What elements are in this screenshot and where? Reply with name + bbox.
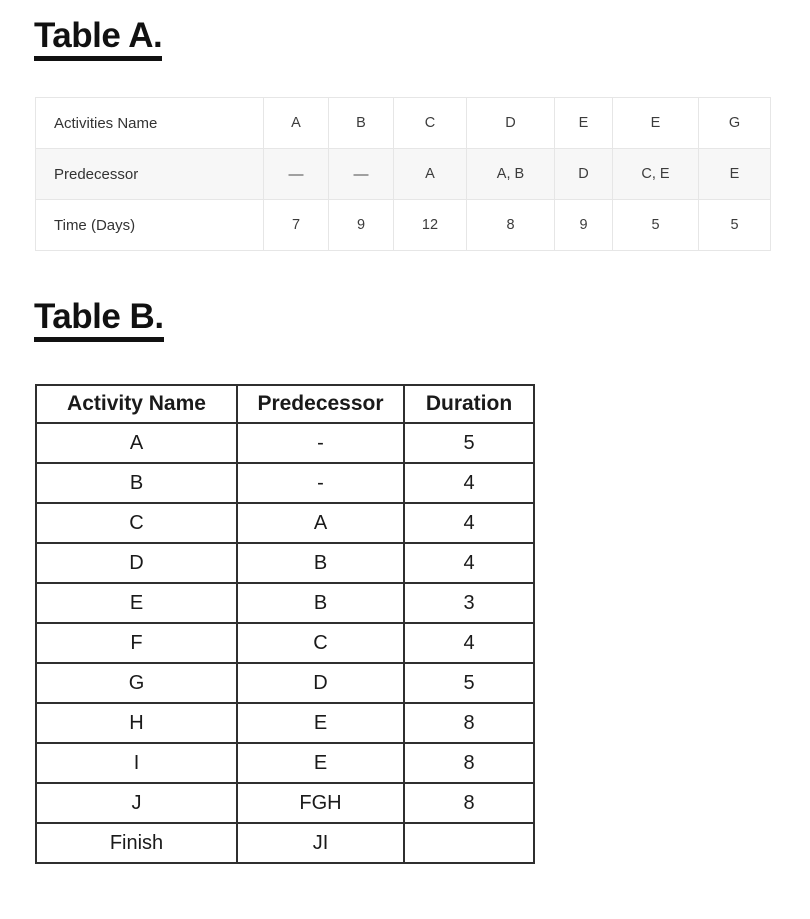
cell-duration: 8 (403, 742, 535, 784)
table-row: J FGH 8 (35, 782, 535, 824)
cell-time-7: 5 (698, 199, 771, 251)
cell-activity-1: A (263, 97, 329, 149)
cell-predecessor-5: D (554, 148, 613, 200)
table-row: A-5 (35, 422, 535, 464)
column-header-activity-name: Activity Name (35, 384, 238, 424)
cell-activity-name: C (35, 502, 238, 544)
cell-activity-6: E (612, 97, 699, 149)
table-row: CA4 (35, 502, 535, 544)
table-row: Finish JI (35, 822, 535, 864)
table-a-heading-text: Table A. (34, 18, 163, 61)
cell-duration: 3 (403, 582, 535, 624)
cell-activity-name: D (35, 542, 238, 584)
table-row-time-days: Time (Days) 7 9 12 8 9 5 5 (35, 199, 771, 251)
cell-duration: 8 (403, 782, 535, 824)
cell-activity-3: C (393, 97, 467, 149)
column-header-duration: Duration (403, 384, 535, 424)
cell-time-1: 7 (263, 199, 329, 251)
dash-icon: — (288, 165, 304, 183)
cell-duration: 4 (403, 622, 535, 664)
cell-predecessor: JI (236, 822, 405, 864)
table-a: Activities Name A B C D E E G Predecesso… (35, 97, 771, 251)
cell-duration: 4 (403, 502, 535, 544)
cell-predecessor-3: A (393, 148, 467, 200)
cell-activity-name: B (35, 462, 238, 504)
cell-predecessor-1: — (263, 148, 329, 200)
cell-activity-name: G (35, 662, 238, 704)
row-label-activities-name: Activities Name (35, 97, 264, 149)
table-b-header-row: Activity Name Predecessor Duration (35, 384, 535, 424)
column-header-predecessor: Predecessor (236, 384, 405, 424)
cell-activity-name: I (35, 742, 238, 784)
cell-activity-name: A (35, 422, 238, 464)
table-b-heading-text: Table B. (34, 299, 164, 342)
cell-activity-7: G (698, 97, 771, 149)
table-row: HE8 (35, 702, 535, 744)
table-row: IE8 (35, 742, 535, 784)
cell-activity-name: H (35, 702, 238, 744)
cell-predecessor-2: — (328, 148, 394, 200)
cell-activity-name: J (35, 782, 238, 824)
cell-time-6: 5 (612, 199, 699, 251)
table-row: DB4 (35, 542, 535, 584)
table-row: EB3 (35, 582, 535, 624)
cell-duration: 8 (403, 702, 535, 744)
cell-activity-2: B (328, 97, 394, 149)
cell-duration: 5 (403, 662, 535, 704)
cell-predecessor: A (236, 502, 405, 544)
cell-predecessor: - (236, 422, 405, 464)
table-b: Activity Name Predecessor Duration A-5B-… (35, 384, 535, 864)
cell-predecessor: C (236, 622, 405, 664)
cell-time-3: 12 (393, 199, 467, 251)
row-label-time-days: Time (Days) (35, 199, 264, 251)
cell-predecessor-7: E (698, 148, 771, 200)
cell-activity-name: Finish (35, 822, 238, 864)
cell-duration (403, 822, 535, 864)
table-b-heading: Table B. (34, 299, 164, 342)
cell-time-4: 8 (466, 199, 555, 251)
row-label-predecessor: Predecessor (35, 148, 264, 200)
document-page: Table A. Activities Name A B C D E E G P… (0, 0, 810, 919)
cell-duration: 5 (403, 422, 535, 464)
cell-activity-name: E (35, 582, 238, 624)
table-a-heading: Table A. (34, 18, 163, 61)
cell-activity-4: D (466, 97, 555, 149)
cell-predecessor: B (236, 582, 405, 624)
cell-duration: 4 (403, 462, 535, 504)
table-row: GD5 (35, 662, 535, 704)
cell-time-2: 9 (328, 199, 394, 251)
table-b-body: A -5 B -4 C A 4 D B 4 E B 3 F C 4 G D 5 H E 8 I E 8 J FGH 8 Finish JI (35, 422, 535, 864)
cell-duration: 4 (403, 542, 535, 584)
cell-predecessor: FGH (236, 782, 405, 824)
table-row: FC4 (35, 622, 535, 664)
dash-icon: — (353, 165, 369, 183)
cell-predecessor: E (236, 702, 405, 744)
table-row-predecessor: Predecessor — — A A, B D C, E E (35, 148, 771, 200)
cell-predecessor-6: C, E (612, 148, 699, 200)
cell-predecessor: B (236, 542, 405, 584)
cell-predecessor: E (236, 742, 405, 784)
cell-predecessor: D (236, 662, 405, 704)
table-row-activities-name: Activities Name A B C D E E G (35, 97, 771, 149)
cell-predecessor: - (236, 462, 405, 504)
cell-activity-name: F (35, 622, 238, 664)
cell-time-5: 9 (554, 199, 613, 251)
table-row: B-4 (35, 462, 535, 504)
table-a-container: Activities Name A B C D E E G Predecesso… (35, 97, 771, 251)
cell-activity-5: E (554, 97, 613, 149)
cell-predecessor-4: A, B (466, 148, 555, 200)
table-b-container: Activity Name Predecessor Duration A-5B-… (35, 384, 535, 864)
